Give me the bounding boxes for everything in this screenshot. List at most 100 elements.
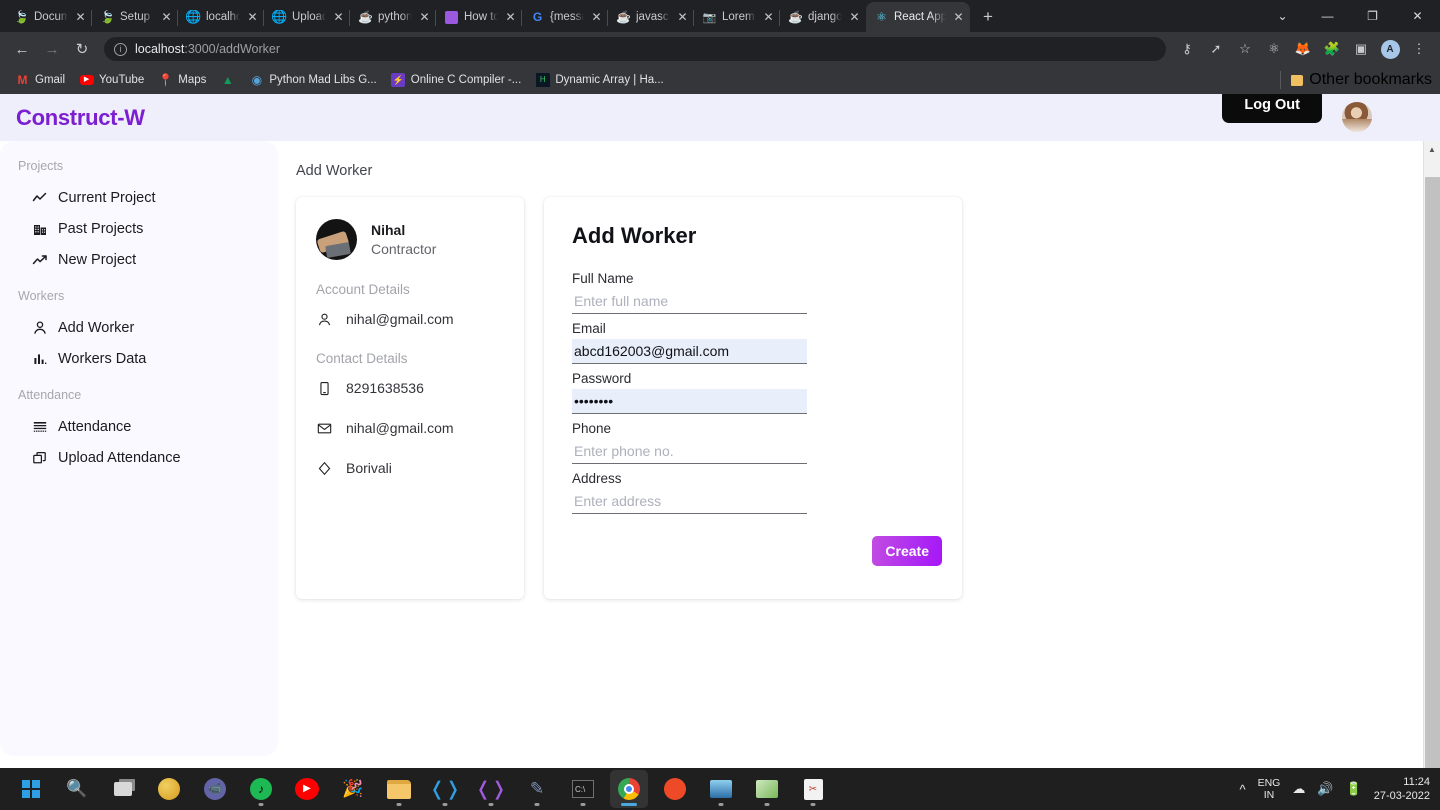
task-view-icon[interactable]	[104, 770, 142, 808]
tab-search-button[interactable]: ⌄	[1260, 0, 1305, 32]
reload-icon[interactable]: ↻	[68, 35, 96, 63]
bookmark-item[interactable]: ◉Python Mad Libs G...	[242, 70, 383, 91]
show-hidden-icons-chevron[interactable]: ^	[1239, 782, 1245, 797]
terminal-icon[interactable]: C:\	[564, 770, 602, 808]
address-input[interactable]	[572, 489, 807, 514]
site-info-icon[interactable]: i	[114, 43, 127, 56]
back-icon[interactable]: ←	[8, 35, 36, 63]
tab-close-icon[interactable]: ✕	[675, 10, 690, 25]
browser-tab[interactable]: 🍃Documen✕	[6, 2, 92, 32]
bookmark-item[interactable]: 📍Maps	[151, 70, 213, 91]
app-logo[interactable]: Construct-W	[16, 105, 145, 131]
tab-close-icon[interactable]: ✕	[417, 10, 432, 25]
tab-close-icon[interactable]: ✕	[761, 10, 776, 25]
key-icon[interactable]: ⚷	[1174, 36, 1200, 62]
forward-icon[interactable]: →	[38, 35, 66, 63]
address-bar[interactable]: i localhost:3000/addWorker	[104, 37, 1166, 61]
scroll-up-arrow[interactable]: ▲	[1424, 141, 1440, 158]
react-devtools-icon[interactable]: ⚛	[1261, 36, 1287, 62]
bookmark-item[interactable]: HDynamic Array | Ha...	[528, 70, 670, 91]
maximize-button[interactable]: ❐	[1350, 0, 1395, 32]
bookmark-item[interactable]: ▶YouTube	[72, 70, 151, 91]
menu-kebab-icon[interactable]: ⋮	[1406, 36, 1432, 62]
browser-tab[interactable]: ☕python -✕	[350, 2, 436, 32]
create-button[interactable]: Create	[872, 536, 942, 566]
share-icon[interactable]: ➚	[1203, 36, 1229, 62]
search-icon[interactable]: 🔍	[58, 770, 96, 808]
figma-icon[interactable]: 🎉	[334, 770, 372, 808]
tab-close-icon[interactable]: ✕	[503, 10, 518, 25]
clock[interactable]: 11:24 27-03-2022	[1374, 775, 1430, 803]
phone-input[interactable]	[572, 439, 807, 464]
password-input[interactable]	[572, 389, 807, 414]
main-content: Add Worker Nihal Contractor Account Deta…	[278, 141, 1440, 768]
sidebar-item-past-projects[interactable]: Past Projects	[0, 213, 278, 244]
sidebar-item-current-project[interactable]: Current Project	[0, 182, 278, 213]
other-bookmarks-button[interactable]: Other bookmarks	[1280, 71, 1432, 89]
tab-title: python -	[378, 11, 412, 23]
tab-close-icon[interactable]: ✕	[951, 10, 966, 25]
browser-tab[interactable]: 🍃Setup | Re✕	[92, 2, 178, 32]
sidebar-item-add-worker[interactable]: Add Worker	[0, 312, 278, 343]
photos-icon[interactable]	[702, 770, 740, 808]
scrollbar-thumb[interactable]	[1425, 177, 1440, 768]
header-avatar[interactable]	[1342, 102, 1372, 132]
opera-icon[interactable]	[656, 770, 694, 808]
teams-icon[interactable]: 📹	[196, 770, 234, 808]
tab-close-icon[interactable]: ✕	[159, 10, 174, 25]
snipping-tool-icon[interactable]: ✂	[794, 770, 832, 808]
metamask-icon[interactable]: 🦊	[1290, 36, 1316, 62]
extensions-icon[interactable]: 🧩	[1319, 36, 1345, 62]
globe-icon: 🌐	[186, 10, 201, 25]
browser-tab[interactable]: ⚛React App✕	[866, 2, 970, 32]
language-indicator[interactable]: ENG IN	[1258, 777, 1281, 801]
sidebar-item-upload-attendance[interactable]: Upload Attendance	[0, 442, 278, 473]
browser-tab[interactable]: 📷Lorem Pi✕	[694, 2, 780, 32]
full-name-input[interactable]	[572, 289, 807, 314]
tab-close-icon[interactable]: ✕	[589, 10, 604, 25]
paint-icon[interactable]	[748, 770, 786, 808]
sidepanel-icon[interactable]: ▣	[1348, 36, 1374, 62]
page-scrollbar[interactable]: ▲ ▼	[1423, 141, 1440, 768]
tab-close-icon[interactable]: ✕	[245, 10, 260, 25]
youtube-icon[interactable]: ▶	[288, 770, 326, 808]
browser-tab[interactable]: ☕javascript✕	[608, 2, 694, 32]
edge-icon[interactable]	[150, 770, 188, 808]
browser-tab[interactable]: 🌐Uploading✕	[264, 2, 350, 32]
sidebar-item-label: Current Project	[58, 190, 156, 206]
wifi-icon[interactable]: ☁	[1292, 781, 1305, 797]
close-window-button[interactable]: ✕	[1395, 0, 1440, 32]
browser-tab[interactable]: ☕django -✕	[780, 2, 866, 32]
tab-close-icon[interactable]: ✕	[847, 10, 862, 25]
file-explorer-icon[interactable]	[380, 770, 418, 808]
star-icon[interactable]: ☆	[1232, 36, 1258, 62]
browser-tab[interactable]: G{message✕	[522, 2, 608, 32]
sidebar-item-new-project[interactable]: New Project	[0, 244, 278, 275]
tab-title: localhost	[206, 11, 240, 23]
email-input[interactable]	[572, 339, 807, 364]
profile-avatar-icon[interactable]: A	[1377, 36, 1403, 62]
new-tab-button[interactable]: +	[974, 3, 1002, 31]
volume-icon[interactable]: 🔊	[1317, 781, 1333, 797]
chrome-icon[interactable]	[610, 770, 648, 808]
windows-start-icon[interactable]	[12, 770, 50, 808]
sidebar-item-workers-data[interactable]: Workers Data	[0, 343, 278, 374]
account-email-value: nihal@gmail.com	[346, 311, 454, 327]
bookmark-item[interactable]: MGmail	[8, 70, 72, 91]
spotify-icon[interactable]: ♪	[242, 770, 280, 808]
vscode-insiders-icon[interactable]: ❬❭	[472, 770, 510, 808]
tab-close-icon[interactable]: ✕	[331, 10, 346, 25]
vscode-icon[interactable]: ❬❭	[426, 770, 464, 808]
tab-close-icon[interactable]: ✕	[73, 10, 88, 25]
browser-tab[interactable]: How to cr✕	[436, 2, 522, 32]
browser-tab[interactable]: 🌐 localhost ✕	[178, 2, 264, 32]
sidebar-item-attendance[interactable]: Attendance	[0, 411, 278, 442]
bookmark-item[interactable]: ⚡Online C Compiler -...	[384, 70, 529, 91]
onenote-icon[interactable]: ✎	[518, 770, 556, 808]
minimize-button[interactable]: —	[1305, 0, 1350, 32]
logout-button[interactable]: Log Out	[1222, 94, 1322, 123]
person-icon	[31, 319, 48, 336]
battery-icon[interactable]: 🔋	[1346, 781, 1362, 797]
bookmark-item[interactable]: ▲	[213, 70, 242, 91]
phone-input-label: Phone	[572, 421, 934, 436]
